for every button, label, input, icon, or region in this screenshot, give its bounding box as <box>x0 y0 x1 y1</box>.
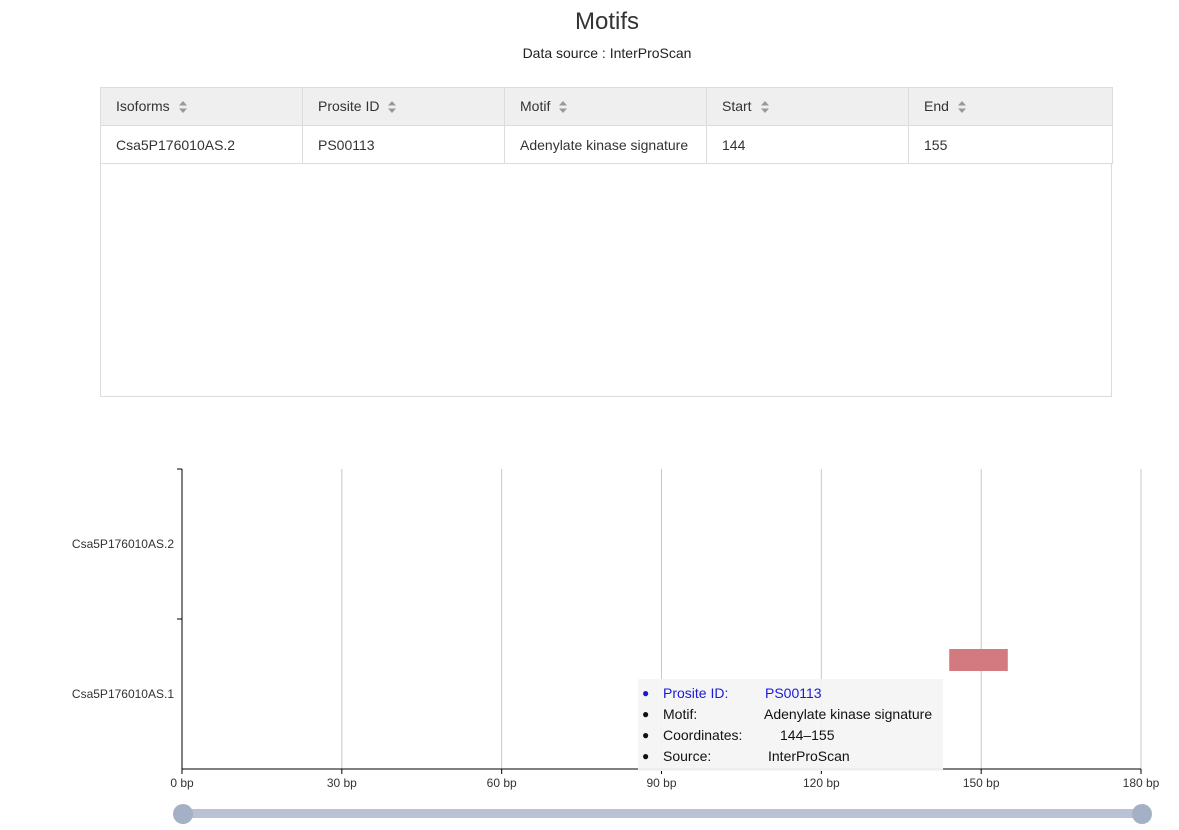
sort-icon[interactable] <box>387 100 397 114</box>
column-header-start[interactable]: Start <box>706 87 909 126</box>
motif-bar <box>949 649 1008 671</box>
cell-motif: Adenylate kinase signature <box>504 125 707 164</box>
tooltip-row-motif: ● Motif: Adenylate kinase signature <box>638 704 943 725</box>
column-header-label: Prosite ID <box>318 98 380 115</box>
sort-icon[interactable] <box>178 100 188 114</box>
sort-icon[interactable] <box>957 100 967 114</box>
column-header-label: End <box>924 98 949 115</box>
zoom-slider-left-handle[interactable] <box>173 804 193 824</box>
data-source-subtitle: Data source : InterProScan <box>522 45 692 61</box>
tooltip-value: 144–155 <box>780 727 835 743</box>
x-tick-label: 60 bp <box>487 776 517 790</box>
column-header-label: Isoforms <box>116 98 170 115</box>
cell-end: 155 <box>908 125 1113 164</box>
motif-position-chart: 0 bp 30 bp 60 bp 90 bp 120 bp 150 bp 180 bp Csa… <box>72 468 1160 790</box>
tooltip-row-source: ● Source: InterProScan <box>638 746 943 767</box>
motif-tooltip: ● Prosite ID: PS00113 ● Motif: Adenylate… <box>638 679 943 771</box>
x-tick-label: 0 bp <box>170 776 194 790</box>
page-title: Motifs <box>574 8 639 35</box>
cell-isoform: Csa5P176010AS.2 <box>100 125 303 164</box>
zoom-slider-right-handle[interactable] <box>1132 804 1152 824</box>
x-tick-label: 120 bp <box>803 776 840 790</box>
column-header-motif[interactable]: Motif <box>504 87 707 126</box>
tooltip-label: Prosite ID: <box>663 685 729 701</box>
bullet-icon: ● <box>642 749 650 763</box>
bullet-icon: ● <box>642 686 650 700</box>
category-label: Csa5P176010AS.1 <box>72 687 174 701</box>
category-label: Csa5P176010AS.2 <box>72 537 174 551</box>
motifs-page: Motifs Data source : InterProScan Isofor… <box>0 0 1179 830</box>
x-tick-label: 90 bp <box>646 776 676 790</box>
column-header-label: Motif <box>520 98 551 115</box>
column-header-label: Start <box>722 98 752 115</box>
x-tick-label: 150 bp <box>963 776 1000 790</box>
zoom-slider-track[interactable] <box>182 809 1142 818</box>
tooltip-label: Motif: <box>663 706 698 722</box>
x-tick-label: 30 bp <box>327 776 357 790</box>
tooltip-value: PS00113 <box>765 685 822 701</box>
tooltip-row-prosite-id: ● Prosite ID: PS00113 <box>638 683 943 704</box>
sort-icon[interactable] <box>558 100 568 114</box>
motifs-table: Isoforms Prosite ID Motif Start End Csa5… <box>100 87 1113 164</box>
column-header-isoforms[interactable]: Isoforms <box>100 87 303 126</box>
tooltip-row-coordinates: ● Coordinates: 144–155 <box>638 725 943 746</box>
column-header-end[interactable]: End <box>908 87 1113 126</box>
table-row[interactable]: Csa5P176010AS.2 PS00113 Adenylate kinase… <box>100 125 1113 164</box>
sort-icon[interactable] <box>760 100 770 114</box>
column-header-prosite-id[interactable]: Prosite ID <box>302 87 505 126</box>
x-tick-label: 180 bp <box>1123 776 1160 790</box>
tooltip-label: Source: <box>663 748 712 764</box>
tooltip-label: Coordinates: <box>663 727 743 743</box>
bullet-icon: ● <box>642 728 650 742</box>
tooltip-value: InterProScan <box>768 748 850 764</box>
motifs-table-container: Isoforms Prosite ID Motif Start End Csa5… <box>100 87 1113 397</box>
tooltip-value: Adenylate kinase signature <box>764 706 933 722</box>
cell-prosite-id: PS00113 <box>302 125 505 164</box>
cell-start: 144 <box>706 125 909 164</box>
table-header-row: Isoforms Prosite ID Motif Start End <box>100 87 1113 126</box>
bullet-icon: ● <box>642 707 650 721</box>
